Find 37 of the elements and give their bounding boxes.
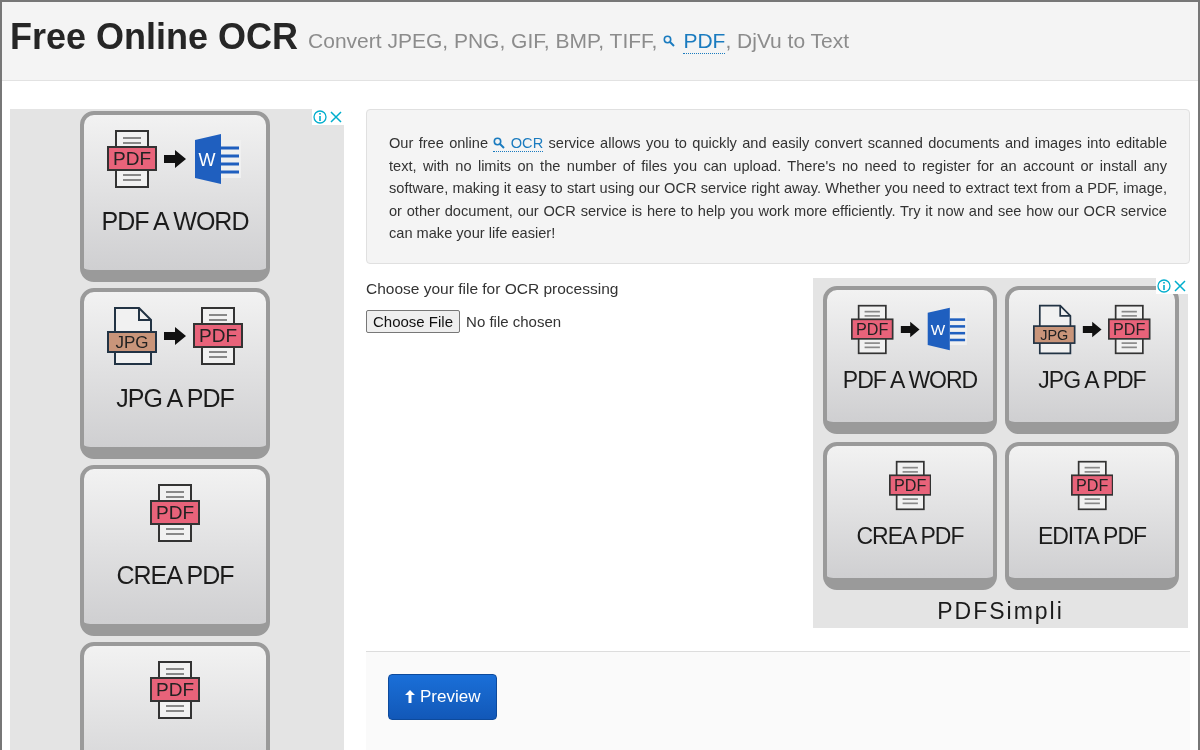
close-icon[interactable]: [1172, 277, 1188, 294]
info-icon[interactable]: [1156, 277, 1172, 294]
arrow-icon: [163, 326, 187, 346]
arrow-icon: [1081, 320, 1103, 338]
ad-tile[interactable]: JPG PDF JPG A PDF: [1005, 285, 1179, 434]
site-title: Free Online OCR: [10, 16, 299, 58]
ad-tile[interactable]: JPG PDF JPG A PDF: [80, 288, 270, 459]
ad-tile-label: EDITA PDF: [1037, 522, 1147, 550]
ocr-link[interactable]: OCR: [493, 135, 544, 152]
ad-tile-label: PDF A WORD: [101, 207, 249, 236]
ad-tile[interactable]: PDF EDITA PDF: [1005, 441, 1179, 590]
subtitle-text: Convert JPEG, PNG, GIF, BMP, TIFF,: [308, 29, 658, 53]
ad-tile-label: CREA PDF: [116, 561, 234, 590]
ad-tile[interactable]: PDF CREA PDF: [80, 465, 270, 636]
search-icon: [493, 137, 506, 149]
ad-tile-label: PDF A WORD: [842, 366, 978, 394]
ad-tile[interactable]: PDF W PDF A WORD: [80, 111, 270, 282]
arrow-icon: [163, 149, 187, 169]
upload-label: Choose your file for OCR processing: [366, 279, 619, 298]
pdf-link[interactable]: PDF: [683, 28, 726, 54]
search-icon: [663, 35, 676, 47]
ad-tile-label: JPG A PDF: [1038, 366, 1146, 394]
preview-button[interactable]: Preview: [388, 673, 498, 720]
file-status-text: No file chosen: [466, 312, 562, 330]
info-icon[interactable]: [312, 109, 328, 125]
close-icon[interactable]: [328, 109, 344, 125]
ad-brand-text: PDFSimpli: [936, 597, 1065, 625]
arrow-icon: [899, 320, 921, 338]
subtitle-text: , DjVu to Text: [725, 29, 850, 53]
choose-file-button[interactable]: Choose File: [366, 309, 461, 333]
ad-tile-label: JPG A PDF: [116, 384, 234, 413]
ad-tile-label: CREA PDF: [856, 522, 964, 550]
ad-tile[interactable]: PDF: [80, 642, 270, 750]
ad-tile[interactable]: PDF CREA PDF: [823, 441, 997, 590]
intro-paragraph: Our free online OCR service allows you to quickly and easily convert scanned documents and images into editable text, with no limits on the number of files you can upload. There's no need to register for an account or install any software, making it easy to start using our OCR service right away. Whether you need to extract text from a PDF, image, or other document, our OCR service is here to help you work more efficiently. Try it now and see how our OCR service can make your life easier!: [389, 134, 1167, 243]
ad-tile[interactable]: PDF W PDF A WORD: [823, 285, 997, 434]
upload-arrow-icon: [405, 690, 415, 703]
